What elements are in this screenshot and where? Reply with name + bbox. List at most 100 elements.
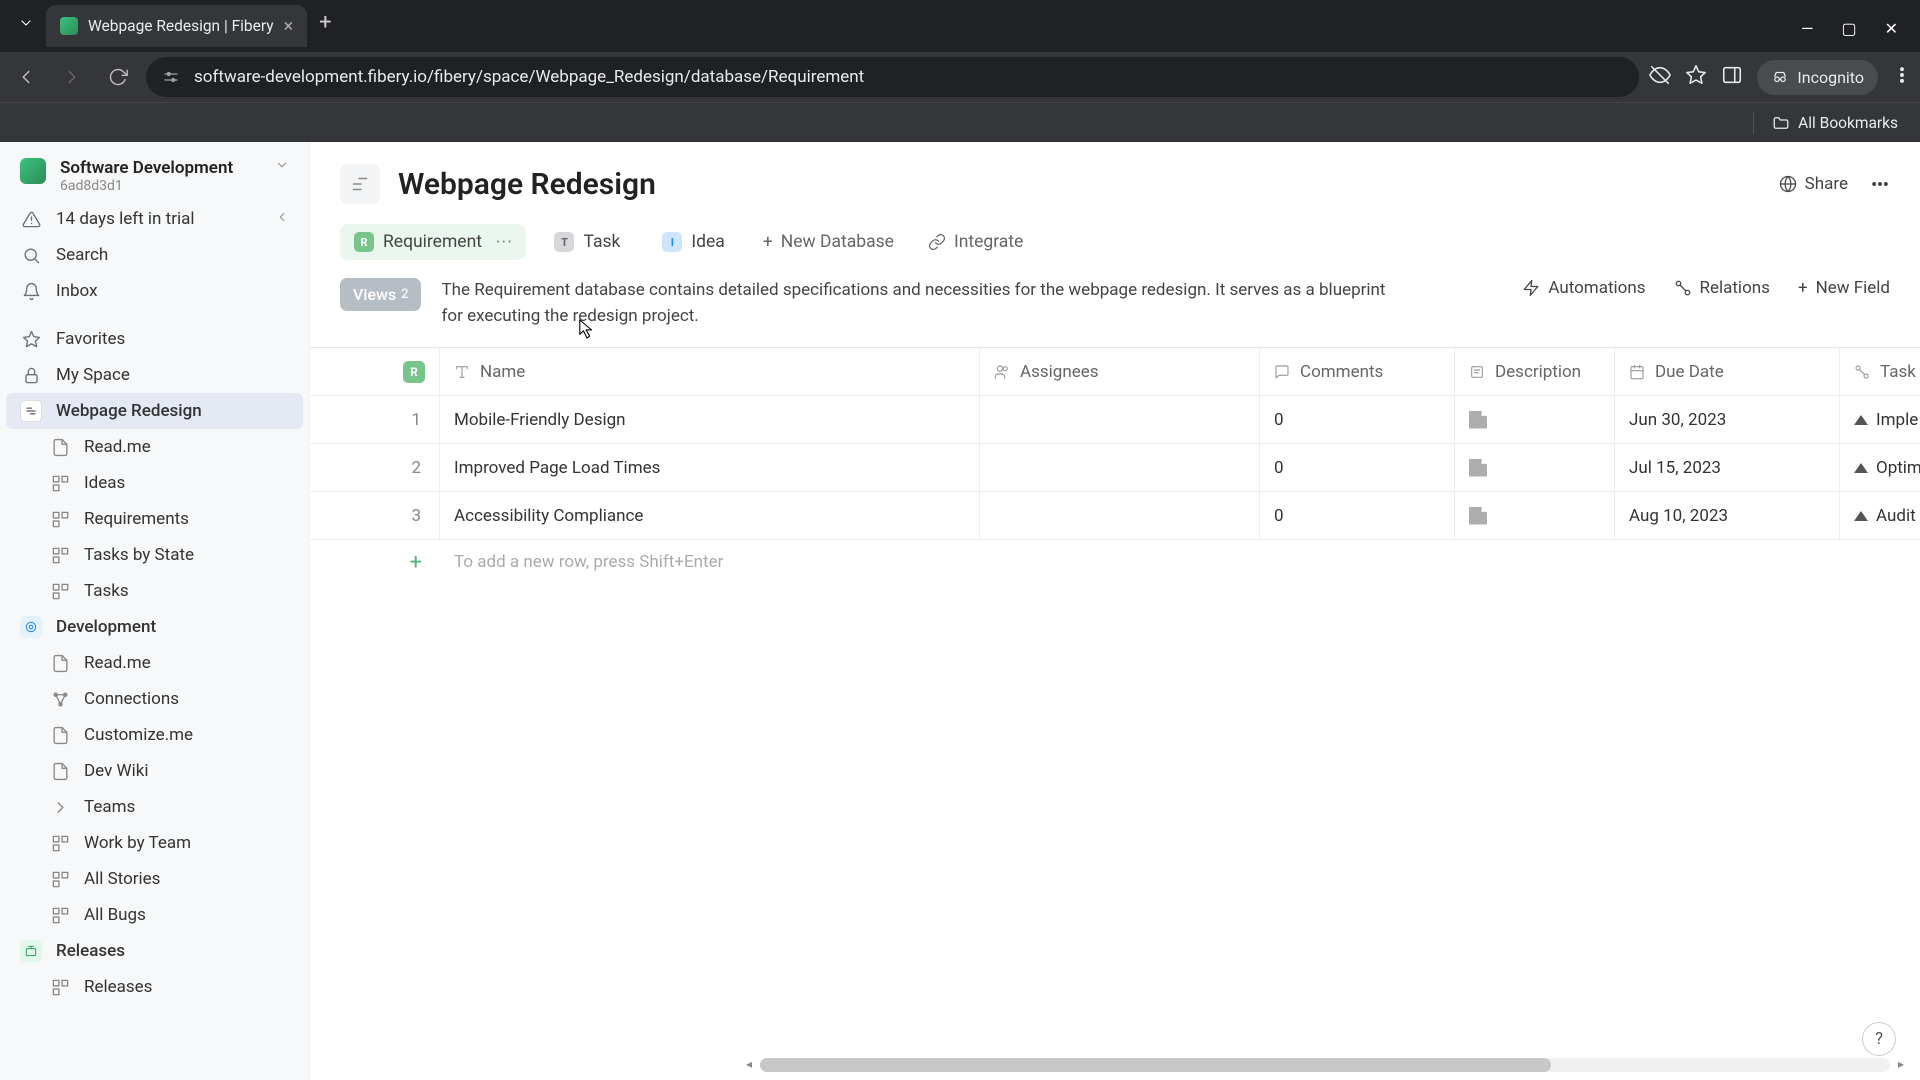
db-tab-requirement[interactable]: R Requirement ⋯ bbox=[340, 224, 526, 260]
sidebar-item-all-bugs[interactable]: All Bugs bbox=[6, 897, 303, 933]
sidebar-favorites[interactable]: Favorites bbox=[6, 321, 303, 357]
sidebar-item-dev-wiki[interactable]: Dev Wiki bbox=[6, 753, 303, 789]
help-button[interactable]: ? bbox=[1862, 1022, 1896, 1056]
task-icon bbox=[1854, 463, 1868, 473]
cell-assignees[interactable] bbox=[980, 396, 1260, 444]
column-header-assignees[interactable]: Assignees bbox=[980, 348, 1260, 396]
trial-notice[interactable]: 14 days left in trial bbox=[6, 201, 303, 237]
browser-menu-button[interactable] bbox=[1892, 65, 1912, 89]
share-button[interactable]: Share bbox=[1779, 174, 1848, 194]
incognito-indicator[interactable]: Incognito bbox=[1757, 60, 1878, 95]
nav-back-button[interactable] bbox=[8, 59, 44, 95]
workspace-dropdown-icon[interactable] bbox=[275, 158, 289, 176]
row-number[interactable]: 2 bbox=[310, 444, 440, 492]
db-tab-menu-icon[interactable]: ⋯ bbox=[495, 232, 513, 252]
column-header-comments[interactable]: Comments bbox=[1260, 348, 1455, 396]
cell-task[interactable]: Audit bbox=[1840, 492, 1920, 540]
db-tab-idea[interactable]: I Idea bbox=[648, 224, 738, 260]
column-header-description[interactable]: Description bbox=[1455, 348, 1615, 396]
sidebar-item-readme[interactable]: Read.me bbox=[6, 429, 303, 465]
workspace-switcher[interactable]: Software Development 6ad8d3d1 bbox=[6, 148, 303, 201]
tracking-icon[interactable] bbox=[1649, 64, 1671, 90]
document-icon bbox=[50, 436, 70, 458]
browser-tab-active[interactable]: Webpage Redesign | Fibery × bbox=[46, 5, 307, 47]
sidebar-item-ideas[interactable]: Ideas bbox=[6, 465, 303, 501]
sidebar-collapse-icon[interactable] bbox=[275, 210, 289, 228]
new-tab-button[interactable]: + bbox=[319, 10, 331, 35]
nav-reload-button[interactable] bbox=[100, 59, 136, 95]
cell-description[interactable] bbox=[1455, 396, 1615, 444]
sidebar-space-development[interactable]: Development bbox=[6, 609, 303, 645]
add-row-plus-icon[interactable]: + bbox=[310, 550, 440, 575]
bell-icon bbox=[20, 280, 42, 302]
cell-comments[interactable]: 0 bbox=[1260, 396, 1455, 444]
column-header-due-date[interactable]: Due Date bbox=[1615, 348, 1840, 396]
integrate-button[interactable]: Integrate bbox=[918, 224, 1033, 260]
site-settings-icon[interactable] bbox=[162, 68, 180, 86]
views-button[interactable]: Views2 bbox=[340, 278, 421, 311]
new-database-button[interactable]: +New Database bbox=[753, 224, 904, 260]
sidebar-search[interactable]: Search bbox=[6, 237, 303, 273]
sidebar-item-tasks-by-state[interactable]: Tasks by State bbox=[6, 537, 303, 573]
sidebar-inbox[interactable]: Inbox bbox=[6, 273, 303, 309]
tab-favicon bbox=[60, 17, 78, 35]
cell-comments[interactable]: 0 bbox=[1260, 492, 1455, 540]
cell-comments[interactable]: 0 bbox=[1260, 444, 1455, 492]
db-tab-task[interactable]: T Task bbox=[540, 224, 634, 260]
db-badge-icon: R bbox=[403, 361, 425, 383]
board-icon bbox=[50, 832, 70, 854]
data-table: R Name Assignees Comments Description Du… bbox=[310, 347, 1920, 1080]
cell-due-date[interactable]: Jul 15, 2023 bbox=[1615, 444, 1840, 492]
all-bookmarks-button[interactable]: All Bookmarks bbox=[1772, 114, 1898, 132]
new-field-button[interactable]: +New Field bbox=[1798, 278, 1890, 298]
add-row[interactable]: + To add a new row, press Shift+Enter bbox=[310, 540, 1920, 584]
sidebar-my-space[interactable]: My Space bbox=[6, 357, 303, 393]
scrollbar-thumb[interactable] bbox=[760, 1058, 1551, 1072]
workspace-logo-icon bbox=[20, 158, 46, 184]
cell-task[interactable]: Imple bbox=[1840, 396, 1920, 444]
cell-name[interactable]: Improved Page Load Times bbox=[440, 444, 980, 492]
automations-button[interactable]: Automations bbox=[1522, 278, 1645, 298]
cell-description[interactable] bbox=[1455, 444, 1615, 492]
cell-description[interactable] bbox=[1455, 492, 1615, 540]
sidebar-item-work-by-team[interactable]: Work by Team bbox=[6, 825, 303, 861]
sidebar-space-releases[interactable]: Releases bbox=[6, 933, 303, 969]
nav-forward-button[interactable] bbox=[54, 59, 90, 95]
cell-due-date[interactable]: Aug 10, 2023 bbox=[1615, 492, 1840, 540]
sidebar-item-tasks[interactable]: Tasks bbox=[6, 573, 303, 609]
tab-search-dropdown[interactable] bbox=[10, 7, 42, 39]
sidebar-item-customize[interactable]: Customize.me bbox=[6, 717, 303, 753]
window-close-button[interactable]: ✕ bbox=[1885, 19, 1898, 38]
cell-name[interactable]: Accessibility Compliance bbox=[440, 492, 980, 540]
cell-task[interactable]: Optim bbox=[1840, 444, 1920, 492]
bookmark-star-icon[interactable] bbox=[1685, 64, 1707, 90]
sidepanel-icon[interactable] bbox=[1721, 64, 1743, 90]
sidebar-item-connections[interactable]: Connections bbox=[6, 681, 303, 717]
sidebar-item-releases[interactable]: Releases bbox=[6, 969, 303, 1005]
window-minimize-button[interactable]: ― bbox=[1801, 19, 1814, 38]
page-menu-button[interactable] bbox=[1870, 174, 1890, 194]
table-corner: R bbox=[310, 348, 440, 396]
cell-due-date[interactable]: Jun 30, 2023 bbox=[1615, 396, 1840, 444]
sidebar-item-all-stories[interactable]: All Stories bbox=[6, 861, 303, 897]
window-maximize-button[interactable]: ▢ bbox=[1841, 19, 1856, 38]
row-number[interactable]: 3 bbox=[310, 492, 440, 540]
sidebar-space-webpage-redesign[interactable]: Webpage Redesign bbox=[6, 393, 303, 429]
database-description[interactable]: The Requirement database contains detail… bbox=[441, 278, 1401, 329]
relations-button[interactable]: Relations bbox=[1674, 278, 1770, 298]
rich-text-icon bbox=[1469, 411, 1487, 429]
row-number[interactable]: 1 bbox=[310, 396, 440, 444]
horizontal-scrollbar[interactable]: ◂ ▸ bbox=[760, 1058, 1890, 1072]
cell-assignees[interactable] bbox=[980, 492, 1260, 540]
sidebar-item-teams[interactable]: Teams bbox=[6, 789, 303, 825]
tab-close-button[interactable]: × bbox=[284, 16, 294, 37]
board-icon bbox=[50, 580, 70, 602]
sidebar-item-dev-readme[interactable]: Read.me bbox=[6, 645, 303, 681]
address-bar[interactable]: software-development.fibery.io/fibery/sp… bbox=[146, 57, 1639, 97]
column-header-task[interactable]: Task bbox=[1840, 348, 1920, 396]
cell-name[interactable]: Mobile-Friendly Design bbox=[440, 396, 980, 444]
cell-assignees[interactable] bbox=[980, 444, 1260, 492]
column-header-name[interactable]: Name bbox=[440, 348, 980, 396]
sidebar-item-requirements[interactable]: Requirements bbox=[6, 501, 303, 537]
board-icon bbox=[50, 508, 70, 530]
